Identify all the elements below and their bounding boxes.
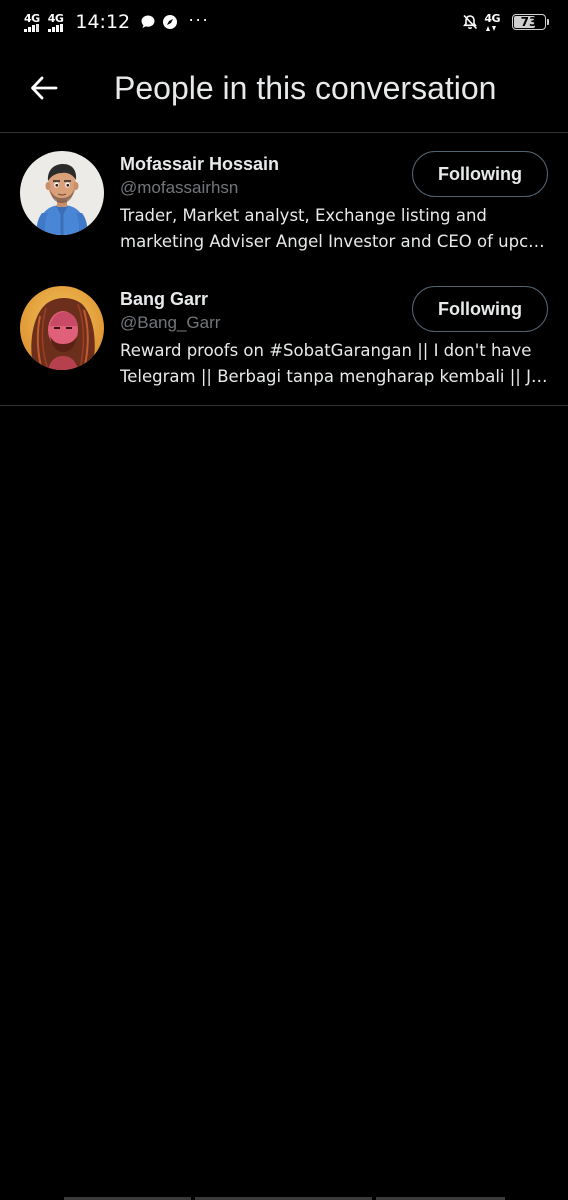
avatar[interactable] xyxy=(20,151,104,235)
person-bio-line-1: Trader, Market analyst, Exchange listing… xyxy=(120,206,487,225)
avatar-3d-man-image xyxy=(20,151,104,235)
person-row[interactable]: Bang Garr @Bang_Garr Reward proofs on #S… xyxy=(0,268,568,406)
person-info: Bang Garr @Bang_Garr Reward proofs on #S… xyxy=(120,286,548,405)
status-time: 14:12 xyxy=(75,11,131,33)
person-info: Mofassair Hossain @mofassairhsn Trader, … xyxy=(120,151,548,268)
battery-level: 73 xyxy=(520,15,538,29)
page-title: People in this conversation xyxy=(114,69,497,106)
following-button[interactable]: Following xyxy=(412,151,548,197)
person-bio-line-2: marketing Adviser Angel Investor and CEO… xyxy=(120,232,548,251)
battery-icon: 73 xyxy=(512,14,549,30)
more-notifications-icon: ··· xyxy=(188,9,210,29)
status-right: 4G 73 xyxy=(462,13,549,32)
arrow-left-icon xyxy=(31,76,58,100)
signal-1-label: 4G xyxy=(24,11,40,25)
compass-icon xyxy=(162,14,178,30)
chat-bubble-icon xyxy=(140,14,156,30)
person-bio: Reward proofs on #SobatGarangan || I don… xyxy=(120,338,548,390)
avatar-painted-portrait-image xyxy=(20,286,104,370)
status-bar: 4G 4G 14:12 ··· 4G 73 xyxy=(0,0,568,44)
person-bio: Trader, Market analyst, Exchange listing… xyxy=(120,203,548,255)
avatar[interactable] xyxy=(20,286,104,370)
signal-1-icon: 4G xyxy=(24,13,40,32)
signal-2-icon: 4G xyxy=(47,11,64,32)
person-bio-line-1: Reward proofs on #SobatGarangan || I don… xyxy=(120,341,532,360)
status-left: 4G 4G 14:12 ··· xyxy=(24,9,210,33)
person-bio-line-2: Telegram || Berbagi tanpa mengharap kemb… xyxy=(120,367,548,386)
network-right-icon: 4G xyxy=(484,13,500,32)
people-list: Mofassair Hossain @mofassairhsn Trader, … xyxy=(0,133,568,406)
signal-2-label: 4G xyxy=(47,11,64,25)
network-right-label: 4G xyxy=(484,11,500,25)
header: People in this conversation xyxy=(0,44,568,133)
notifications-off-icon xyxy=(462,14,478,30)
person-row[interactable]: Mofassair Hossain @mofassairhsn Trader, … xyxy=(0,133,568,268)
following-button[interactable]: Following xyxy=(412,286,548,332)
back-button[interactable] xyxy=(20,64,68,112)
